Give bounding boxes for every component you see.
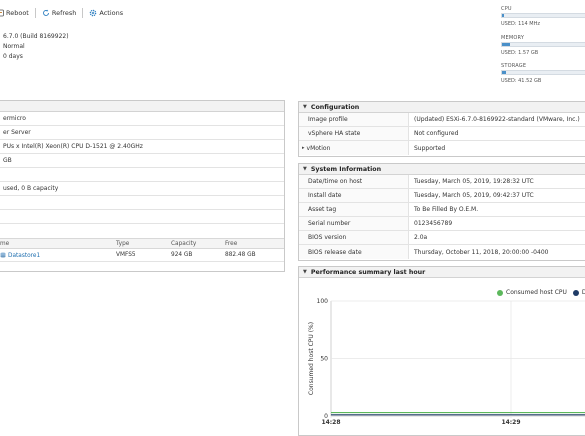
toolbar-divider: [82, 8, 84, 18]
hardware-row-empty: [0, 210, 284, 224]
toolbar-divider: [34, 8, 36, 18]
hardware-panel: ermicro er Server PUs x Intel(R) Xeon(R)…: [0, 100, 285, 272]
config-row: vSphere HA state Not configured: [299, 127, 585, 141]
hardware-memory: GB: [0, 154, 284, 168]
datastore-link[interactable]: Datastore1: [8, 253, 40, 259]
collapse-icon: ▼: [303, 104, 307, 110]
actions-button[interactable]: Actions: [89, 9, 123, 17]
memory-meter-label: MEMORY: [501, 35, 525, 41]
memory-meter-fill: [502, 43, 510, 46]
host-state: Normal: [3, 43, 25, 50]
col-type-header[interactable]: Type: [116, 241, 171, 247]
config-value: (Updated) ESXi-6.7.0-8169922-standard (V…: [414, 116, 580, 123]
cpu-used: USED: 114 MHz: [501, 21, 540, 27]
config-row: Image profile (Updated) ESXi-6.7.0-81699…: [299, 113, 585, 127]
hardware-row-empty: [0, 196, 284, 210]
sysinfo-row: BIOS version 2.0a: [299, 231, 585, 245]
sysinfo-key: BIOS version: [299, 231, 409, 244]
datastore-icon: [0, 252, 6, 257]
sysinfo-value: Tuesday, March 05, 2019, 19:28:32 UTC: [414, 178, 534, 185]
system-info-title: System Information: [310, 165, 382, 173]
performance-title: Performance summary last hour: [310, 268, 426, 276]
datastore-table-header: me Type Capacity Free: [0, 238, 284, 249]
host-version: 6.7.0 (Build 8169922): [3, 33, 69, 40]
datastore-cell: Datastore1: [0, 252, 116, 259]
refresh-label: Refresh: [51, 9, 77, 17]
performance-header[interactable]: ▼ Performance summary last hour: [299, 267, 585, 278]
sysinfo-row: Serial number 0123456789: [299, 217, 585, 231]
host-uptime: 0 days: [3, 53, 23, 60]
storage-meter-fill: [502, 71, 506, 74]
sysinfo-key: Serial number: [299, 217, 409, 230]
hardware-manufacturer: ermicro: [0, 112, 284, 126]
config-row-vmotion[interactable]: ▸ vMotion Supported: [299, 141, 585, 155]
config-value: Supported: [414, 144, 446, 152]
hardware-cpu: PUs x Intel(R) Xeon(R) CPU D-1521 @ 2.40…: [0, 140, 284, 154]
config-value: Not configured: [414, 130, 459, 137]
sysinfo-value: Tuesday, March 05, 2019, 09:42:37 UTC: [414, 192, 534, 199]
system-info-panel: ▼ System Information Date/time on host T…: [298, 163, 585, 261]
datastore-type: VMFS5: [116, 252, 136, 258]
storage-used: USED: 41.52 GB: [501, 78, 542, 84]
y-tick-label: 50: [320, 356, 328, 363]
configuration-header[interactable]: ▼ Configuration: [299, 102, 585, 113]
storage-meter-label: STORAGE: [501, 63, 527, 69]
sysinfo-value: 0123456789: [414, 220, 453, 227]
datastore-free: 882.48 GB: [225, 252, 256, 258]
cpu-chart: 10050014:28 14:29Consumed host CPU (%): [308, 298, 585, 426]
table-row[interactable]: Datastore1 VMFS5 924 GB 882.48 GB: [0, 249, 284, 262]
configuration-panel: ▼ Configuration Image profile (Updated) …: [298, 101, 585, 157]
y-axis-label: Consumed host CPU (%): [308, 322, 315, 395]
collapse-icon: ▼: [303, 269, 307, 275]
hardware-model: er Server: [0, 126, 284, 140]
storage-meter-bar: [501, 70, 585, 75]
configuration-title: Configuration: [310, 103, 360, 111]
sysinfo-value: To Be Filled By O.E.M.: [414, 206, 479, 213]
cpu-meter-fill: [502, 14, 504, 17]
sysinfo-row: Date/time on host Tuesday, March 05, 201…: [299, 175, 585, 189]
vmotion-label: vMotion: [306, 144, 331, 152]
sysinfo-key: Date/time on host: [299, 175, 409, 188]
cpu-meter-label: CPU: [501, 6, 512, 12]
performance-panel: ▼ Performance summary last hour Consumed…: [298, 266, 585, 436]
sysinfo-key: BIOS release date: [299, 245, 409, 259]
system-info-header[interactable]: ▼ System Information: [299, 164, 585, 175]
col-capacity-header[interactable]: Capacity: [171, 241, 225, 247]
reboot-icon: [0, 9, 4, 17]
hardware-panel-header: [0, 101, 284, 112]
sysinfo-row: Install date Tuesday, March 05, 2019, 09…: [299, 189, 585, 203]
collapse-icon: ▼: [303, 166, 307, 172]
memory-meter-bar: [501, 42, 585, 47]
sysinfo-row: Asset tag To Be Filled By O.E.M.: [299, 203, 585, 217]
sysinfo-value: 2.0a: [414, 234, 428, 241]
config-key: Image profile: [299, 113, 409, 126]
toolbar: Reboot Refresh Actions: [0, 7, 123, 19]
sysinfo-key: Install date: [299, 189, 409, 202]
sysinfo-row: BIOS release date Thursday, October 11, …: [299, 245, 585, 259]
expand-icon[interactable]: ▸: [302, 145, 305, 151]
cpu-meter-bar: [501, 13, 585, 18]
col-free-header[interactable]: Free: [225, 241, 275, 247]
col-name-header[interactable]: me: [0, 241, 116, 247]
hardware-row-empty: [0, 168, 284, 182]
gear-icon: [90, 9, 97, 17]
refresh-button[interactable]: Refresh: [42, 9, 77, 17]
config-key: ▸ vMotion: [299, 141, 409, 155]
config-key: vSphere HA state: [299, 127, 409, 140]
y-tick-label: 100: [317, 298, 329, 305]
reboot-button[interactable]: Reboot: [0, 9, 29, 17]
hardware-storage: used, 0 B capacity: [0, 182, 284, 196]
sysinfo-key: Asset tag: [299, 203, 409, 216]
hardware-row-empty: [0, 224, 284, 238]
refresh-icon: [42, 9, 49, 16]
memory-used: USED: 1.57 GB: [501, 50, 539, 56]
actions-label: Actions: [99, 9, 124, 17]
sysinfo-value: Thursday, October 11, 2018, 20:00:00 -04…: [414, 248, 549, 256]
datastore-capacity: 924 GB: [171, 252, 193, 258]
reboot-label: Reboot: [6, 9, 29, 17]
